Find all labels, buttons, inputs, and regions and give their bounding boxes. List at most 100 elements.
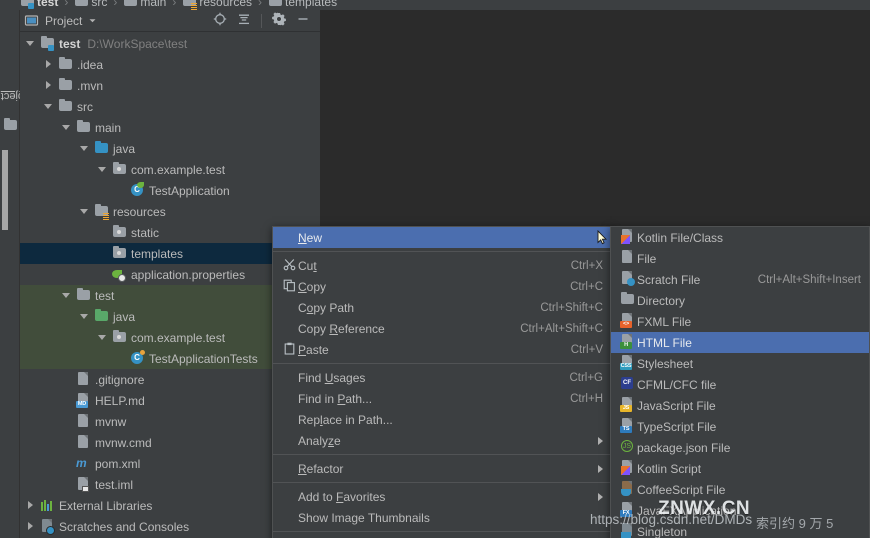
menu-item-directory[interactable]: Directory — [611, 290, 869, 311]
menu-item-file[interactable]: File — [611, 248, 869, 269]
tree-twisty-closed-icon[interactable] — [26, 500, 37, 511]
menu-item-analyze[interactable]: Analyze — [273, 430, 611, 451]
breadcrumb-separator: › — [258, 0, 263, 9]
tree-twisty-closed-icon[interactable] — [44, 80, 55, 91]
menu-item-kotlin-file-class[interactable]: Kotlin File/Class — [611, 227, 869, 248]
menu-item-add-to-favorites[interactable]: Add to Favorites — [273, 486, 611, 507]
breadcrumb-item-resources[interactable]: resources — [182, 0, 253, 10]
iml-file-icon — [76, 477, 91, 492]
tree-twisty-open-icon[interactable] — [98, 332, 109, 343]
project-panel-header: Project — [20, 10, 320, 32]
menu-item-refactor[interactable]: Refactor — [273, 458, 611, 479]
menu-item-new[interactable]: New — [273, 227, 611, 248]
tree-node-label: test — [59, 36, 81, 51]
package-icon — [112, 162, 127, 177]
menu-item-copy-path[interactable]: Copy Path Ctrl+Shift+C — [273, 297, 611, 318]
submenu-arrow-icon — [598, 464, 603, 473]
context-menu[interactable]: New Cut Ctrl+X Copy Ctrl+C Copy Path Ctrl+Shif… — [272, 226, 612, 538]
tree-node-spacer — [98, 248, 109, 259]
fxml-file-icon: <> — [617, 312, 637, 331]
menu-item-show-image-thumbnails[interactable]: Show Image Thumbnails — [273, 507, 611, 528]
menu-item-label: New — [298, 230, 323, 245]
project-folder-icon — [4, 118, 17, 130]
tree-twisty-open-icon[interactable] — [80, 206, 91, 217]
hide-tool-window-icon[interactable] — [296, 12, 310, 29]
menu-item-javascript-file[interactable]: JS JavaScript File — [611, 395, 869, 416]
tree-node-java[interactable]: java — [20, 138, 320, 159]
menu-item-find-in-path[interactable]: Find in Path... Ctrl+H — [273, 388, 611, 409]
package-icon — [112, 330, 127, 345]
folder-icon — [268, 0, 283, 9]
breadcrumb-item-test[interactable]: test — [20, 0, 58, 9]
breadcrumb-item-main[interactable]: main — [123, 0, 166, 9]
tree-node--idea[interactable]: .idea — [20, 54, 320, 75]
tree-node-label: com.example.test — [131, 162, 226, 177]
tool-window-bar-left: 1: Project — [0, 10, 47, 538]
menu-item-scratch-file[interactable]: Scratch File Ctrl+Alt+Shift+Insert — [611, 269, 869, 290]
menu-item-copy[interactable]: Copy Ctrl+C — [273, 276, 611, 297]
menu-item-singleton[interactable]: Singleton — [611, 521, 869, 538]
module-icon — [20, 0, 34, 9]
breadcrumb-item-label: test — [37, 0, 59, 9]
tree-node-com-example-test[interactable]: com.example.test — [20, 159, 320, 180]
tree-node-main[interactable]: main — [20, 117, 320, 138]
spring-class-icon: C — [130, 182, 145, 198]
menu-item-find-usages[interactable]: Find Usages Ctrl+G — [273, 367, 611, 388]
tree-node--mvn[interactable]: .mvn — [20, 75, 320, 96]
settings-gear-icon[interactable] — [272, 12, 286, 29]
sidebar-item-project-tab[interactable]: 1: Project — [0, 24, 47, 108]
menu-item-cfml-cfc-file[interactable]: CF CFML/CFC file — [611, 374, 869, 395]
collapse-all-icon[interactable] — [237, 12, 251, 29]
menu-item-javafxapplication[interactable]: FX JavaFXApplication — [611, 500, 869, 521]
breadcrumb: test › src › main › resources › templates — [0, 0, 870, 10]
menu-item-coffeescript-file[interactable]: CoffeeScript File — [611, 479, 869, 500]
breadcrumb-item-label: resources — [199, 0, 253, 9]
tree-node-test[interactable]: test D:\WorkSpace\test — [20, 33, 320, 54]
breadcrumb-item-templates[interactable]: templates — [268, 0, 337, 9]
menu-item-copy-reference[interactable]: Copy Reference Ctrl+Alt+Shift+C — [273, 318, 611, 339]
package-icon — [112, 246, 127, 261]
submenu-arrow-icon — [598, 436, 603, 445]
menu-item-replace-in-path[interactable]: Replace in Path... — [273, 409, 611, 430]
markdown-file-icon: MD — [76, 393, 91, 408]
tree-twisty-open-icon[interactable] — [80, 311, 91, 322]
tree-node-testapplication[interactable]: C TestApplication — [20, 180, 320, 201]
vertical-scrollbar-thumb[interactable] — [2, 150, 8, 230]
tree-twisty-open-icon[interactable] — [80, 143, 91, 154]
folder-icon — [76, 288, 91, 303]
tree-node-label: External Libraries — [59, 498, 153, 513]
menu-item-package-json-file[interactable]: JS package.json File — [611, 437, 869, 458]
menu-item-typescript-file[interactable]: TS TypeScript File — [611, 416, 869, 437]
menu-item-kotlin-script[interactable]: Kotlin Script — [611, 458, 869, 479]
tree-node-label: resources — [113, 204, 166, 219]
tree-twisty-closed-icon[interactable] — [26, 521, 37, 532]
menu-item-fxml-file[interactable]: <> FXML File — [611, 311, 869, 332]
tree-twisty-open-icon[interactable] — [62, 290, 73, 301]
tree-node-label: mvnw — [95, 414, 127, 429]
select-opened-file-icon[interactable] — [213, 12, 227, 29]
resources-folder-icon — [182, 0, 198, 10]
new-submenu[interactable]: Kotlin File/Class File Scratch File Ctrl+Al… — [610, 226, 870, 538]
tree-twisty-open-icon[interactable] — [62, 122, 73, 133]
project-panel-title[interactable]: Project — [24, 13, 97, 28]
tree-node-resources[interactable]: resources — [20, 201, 320, 222]
tree-node-spacer — [98, 227, 109, 238]
packagejson-file-icon: JS — [617, 439, 637, 457]
breadcrumb-item-src[interactable]: src — [74, 0, 107, 9]
libraries-icon — [40, 498, 55, 513]
tree-node-src[interactable]: src — [20, 96, 320, 117]
breadcrumb-item-label: src — [91, 0, 108, 9]
tree-node-label: src — [77, 99, 93, 114]
tree-node-label: Scratches and Consoles — [59, 519, 190, 534]
menu-item-paste[interactable]: Paste Ctrl+V — [273, 339, 611, 360]
tree-twisty-closed-icon[interactable] — [44, 59, 55, 70]
tree-twisty-open-icon[interactable] — [26, 38, 37, 49]
menu-item-cut[interactable]: Cut Ctrl+X — [273, 255, 611, 276]
menu-item-label: HTML File — [637, 335, 692, 350]
chevron-down-icon[interactable] — [88, 14, 97, 28]
tree-twisty-open-icon[interactable] — [44, 101, 55, 112]
menu-item-stylesheet[interactable]: CSS Stylesheet — [611, 353, 869, 374]
menu-item-html-file[interactable]: H HTML File — [611, 332, 869, 353]
tree-twisty-open-icon[interactable] — [98, 164, 109, 175]
directory-icon — [617, 291, 637, 310]
